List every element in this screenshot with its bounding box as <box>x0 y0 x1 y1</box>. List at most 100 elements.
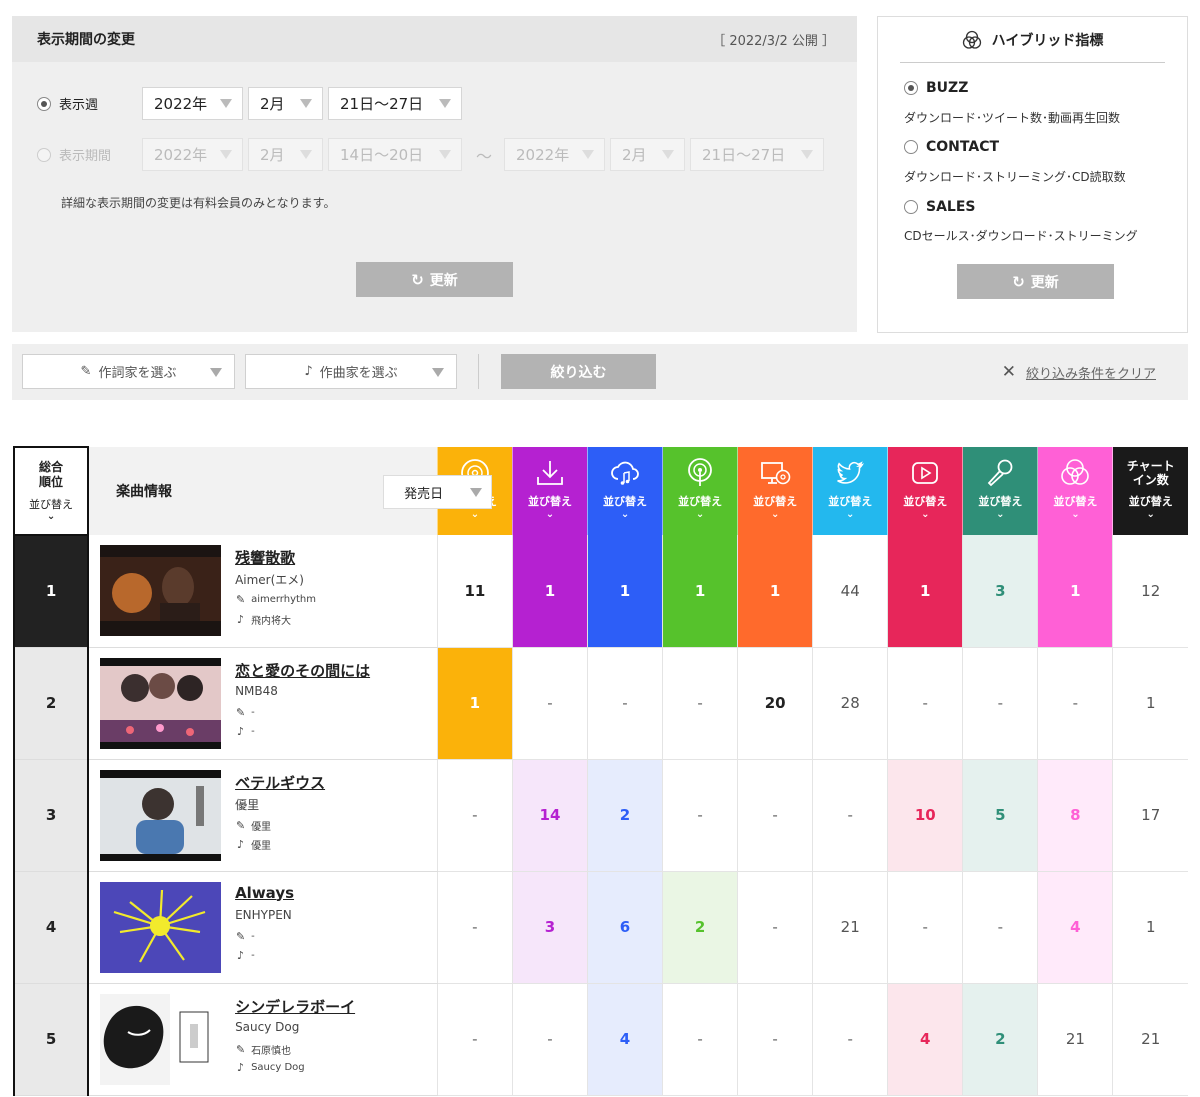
metric-header-download[interactable]: 並び替え ⌄ <box>511 447 588 535</box>
hybrid-option-buzz[interactable]: BUZZ <box>904 80 968 96</box>
range-radio[interactable]: 表示期間 <box>37 145 142 164</box>
rank-cell: 4 <box>12 871 90 984</box>
radio-icon[interactable] <box>37 147 51 162</box>
from-year-select[interactable]: 2022年 <box>142 138 243 171</box>
lyricist-credit: ✎ 優里 <box>235 818 271 833</box>
lyricist-credit: ✎ - <box>235 930 255 943</box>
metric-cell-hybrid: 4 <box>1037 871 1113 984</box>
composer-credit: ♪ 優里 <box>235 837 271 852</box>
metric-header-karaoke[interactable]: 並び替え ⌄ <box>962 447 1038 535</box>
metric-cell-chart_in: 1 <box>1112 871 1188 984</box>
song-title-link[interactable]: 恋と愛のその間には <box>235 660 370 681</box>
chevron-down-icon <box>300 150 312 159</box>
metric-header-twitter[interactable]: 並び替え ⌄ <box>812 447 888 535</box>
from-year-value: 2022年 <box>154 146 208 164</box>
song-thumbnail[interactable] <box>100 545 222 636</box>
song-thumbnail[interactable] <box>100 657 222 749</box>
to-year-value: 2022年 <box>516 146 570 164</box>
hybrid-option-contact[interactable]: CONTACT <box>904 139 999 155</box>
info-header: 楽曲情報 発売日 <box>88 447 493 535</box>
to-month-value: 2月 <box>622 146 647 164</box>
to-range-select[interactable]: 21日〜27日 <box>690 138 825 171</box>
song-thumbnail[interactable] <box>100 881 222 973</box>
rank-cell: 1 <box>12 535 90 648</box>
period-title: 表示期間の変更 <box>37 32 135 48</box>
metric-cell-lookup: - <box>737 871 813 984</box>
to-year-select[interactable]: 2022年 <box>504 138 606 171</box>
metric-header-hybrid[interactable]: 並び替え ⌄ <box>1037 447 1113 535</box>
chevron-down-icon: ⌄ <box>921 509 930 520</box>
radio-icon <box>663 447 737 487</box>
composer-credit: ♪ - <box>235 949 255 962</box>
song-thumbnail[interactable] <box>100 769 222 861</box>
lyricist-credit: ✎ 石原慎也 <box>235 1042 291 1057</box>
metric-cell-streaming: - <box>586 647 663 760</box>
song-info-cell: ベテルギウス 優里 ✎ 優里 ♪ 優里 <box>88 759 438 872</box>
composer-select[interactable]: ♪ 作曲家を選ぶ <box>245 354 457 389</box>
metric-header-streaming[interactable]: 並び替え ⌄ <box>586 447 663 535</box>
metric-cell-download: 1 <box>511 535 588 648</box>
to-range-value: 21日〜27日 <box>702 146 786 164</box>
table-row: 4 Always ENHYPEN ✎ - ♪ - -3 6 2-21- -4 1 <box>12 871 1188 984</box>
metric-cell-karaoke: 3 <box>962 535 1038 648</box>
radio-icon[interactable] <box>904 140 918 154</box>
week-year-select[interactable]: 2022年 <box>142 87 243 120</box>
week-month-select[interactable]: 2月 <box>248 87 323 120</box>
hybrid-option-label: BUZZ <box>926 80 969 96</box>
refresh-icon: ↻ <box>411 270 424 289</box>
lyricist-placeholder: 作詞家を選ぶ <box>98 366 177 381</box>
hybrid-update-label: 更新 <box>1030 274 1059 291</box>
info-header-label: 楽曲情報 <box>116 484 173 500</box>
clear-filter-link[interactable]: ✕ 絞り込み条件をクリア <box>1002 362 1156 382</box>
lyricist-select[interactable]: ✎ 作詞家を選ぶ <box>22 354 235 389</box>
chevron-down-icon <box>439 150 451 159</box>
chart-table: 総合 順位 並び替え ⌄ 楽曲情報 発売日 並び替え⌄ 並び替え⌄ <box>12 446 1188 1096</box>
table-row: 5 シンデレラボーイ Saucy Dog ✎ 石原慎也 ♪ Saucy Dog - -4- - -4… <box>12 983 1188 1096</box>
song-thumbnail[interactable] <box>100 993 222 1085</box>
week-radio-label: 表示週 <box>59 98 99 113</box>
release-sort-select[interactable]: 発売日 <box>383 475 493 509</box>
song-title-link[interactable]: Always <box>235 884 294 902</box>
song-title-link[interactable]: ベテルギウス <box>235 772 325 793</box>
release-sort-value: 発売日 <box>404 486 444 502</box>
sort-label: 並び替え <box>527 495 572 508</box>
metric-cell-twitter: 21 <box>812 871 888 984</box>
hybrid-option-label: SALES <box>926 199 976 215</box>
metric-cell-hybrid: 8 <box>1037 759 1113 872</box>
week-range-select[interactable]: 21日〜27日 <box>328 87 462 120</box>
radio-icon[interactable] <box>37 96 51 111</box>
pencil-icon: ✎ <box>235 929 246 943</box>
metric-cell-chart_in: 12 <box>1112 535 1188 648</box>
metric-cell-download: - <box>511 983 588 1096</box>
metric-cell-hybrid: 21 <box>1037 983 1113 1096</box>
metric-cell-radio: - <box>662 983 738 1096</box>
composer-name: - <box>251 725 255 737</box>
metric-header-lookup[interactable]: 並び替え ⌄ <box>737 447 813 535</box>
from-range-select[interactable]: 14日〜20日 <box>328 138 462 171</box>
metric-header-radio[interactable]: 並び替え ⌄ <box>662 447 738 535</box>
pencil-icon: ✎ <box>80 364 92 379</box>
period-update-button[interactable]: ↻ 更新 <box>356 262 513 297</box>
metric-cell-karaoke: - <box>962 647 1038 760</box>
song-info-cell: Always ENHYPEN ✎ - ♪ - <box>88 871 438 984</box>
metric-cell-chart_in: 17 <box>1112 759 1188 872</box>
radio-icon[interactable] <box>904 81 918 95</box>
metric-cell-radio: - <box>662 647 738 760</box>
radio-icon[interactable] <box>904 200 918 214</box>
composer-name: Saucy Dog <box>251 1061 305 1073</box>
metric-cell-cd: - <box>436 759 513 872</box>
hybrid-option-sales[interactable]: SALES <box>904 199 976 215</box>
week-radio[interactable]: 表示週 <box>37 94 142 113</box>
hybrid-header: ハイブリッド指標 <box>900 17 1165 63</box>
music-note-icon: ♪ <box>237 837 245 851</box>
metric-header-video[interactable]: 並び替え ⌄ <box>887 447 963 535</box>
metric-header-chart-in[interactable]: チャート イン数 並び替え ⌄ <box>1112 447 1188 535</box>
rank-header[interactable]: 総合 順位 並び替え ⌄ <box>12 446 90 536</box>
chevron-down-icon <box>470 487 483 497</box>
narrow-button[interactable]: 絞り込む <box>501 354 656 389</box>
from-month-select[interactable]: 2月 <box>248 138 323 171</box>
hybrid-update-button[interactable]: ↻ 更新 <box>957 264 1114 299</box>
song-title-link[interactable]: 残響散歌 <box>235 547 295 568</box>
to-month-select[interactable]: 2月 <box>610 138 686 171</box>
song-title-link[interactable]: シンデレラボーイ <box>235 996 355 1017</box>
